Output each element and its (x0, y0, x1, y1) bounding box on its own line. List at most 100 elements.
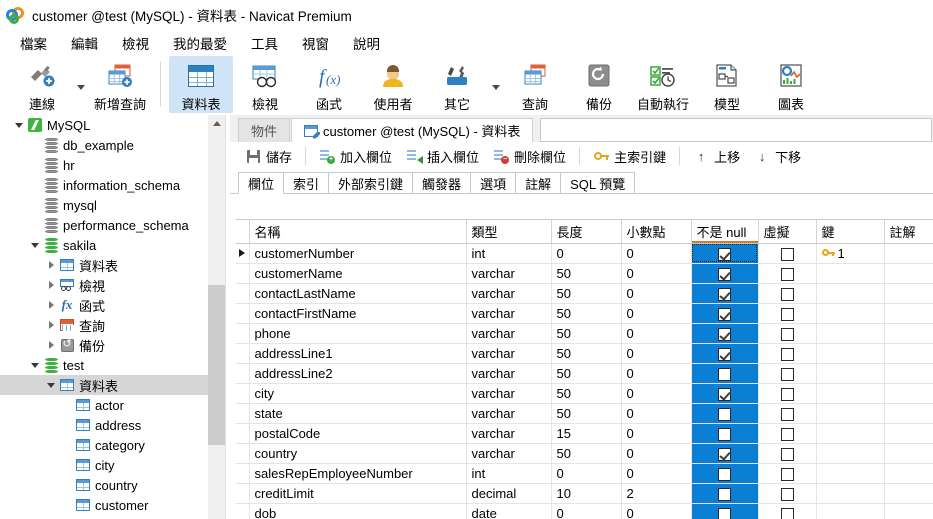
cell-decimals[interactable]: 0 (621, 463, 691, 483)
checkbox-icon[interactable] (781, 368, 794, 381)
cell-key[interactable] (816, 423, 884, 443)
cell-length[interactable]: 50 (551, 383, 621, 403)
cell-notnull-checkbox[interactable] (691, 303, 758, 323)
cell-virtual-checkbox[interactable] (758, 263, 816, 283)
cell-key[interactable] (816, 403, 884, 423)
checkbox-icon[interactable] (718, 488, 731, 501)
tab-table-designer[interactable]: customer @test (MySQL) - 資料表 (291, 118, 533, 142)
subtab-註解[interactable]: 註解 (515, 172, 561, 194)
cell-length[interactable]: 50 (551, 323, 621, 343)
table-row[interactable]: contactFirstNamevarchar500 (236, 303, 933, 323)
cell-notnull-checkbox[interactable] (691, 283, 758, 303)
cell-key[interactable] (816, 463, 884, 483)
cell-comment[interactable] (884, 443, 933, 463)
cell-decimals[interactable]: 0 (621, 343, 691, 363)
cell-virtual-checkbox[interactable] (758, 423, 816, 443)
cell-name[interactable]: creditLimit (249, 483, 466, 503)
checkbox-icon[interactable] (718, 428, 731, 441)
cell-type[interactable]: varchar (466, 343, 551, 363)
tree-item-information_schema[interactable]: information_schema (0, 175, 225, 195)
grid-column-header-length[interactable]: 長度 (551, 220, 621, 243)
row-indicator[interactable] (236, 323, 249, 343)
grid-column-header-type[interactable]: 類型 (466, 220, 551, 243)
row-indicator[interactable] (236, 463, 249, 483)
sidebar-scrollbar[interactable] (208, 115, 225, 519)
checkbox-icon[interactable] (718, 448, 731, 461)
cell-name[interactable]: salesRepEmployeeNumber (249, 463, 466, 483)
cell-notnull-checkbox[interactable] (691, 423, 758, 443)
cell-key[interactable] (816, 363, 884, 383)
table-row[interactable]: addressLine2varchar500 (236, 363, 933, 383)
tree-item-查詢[interactable]: 查詢 (0, 315, 225, 335)
cell-name[interactable]: country (249, 443, 466, 463)
subtab-欄位[interactable]: 欄位 (238, 172, 284, 194)
cell-key[interactable] (816, 323, 884, 343)
primary-key-button[interactable]: 主索引鍵 (586, 145, 673, 168)
chevron-right-icon[interactable] (44, 341, 58, 349)
cell-comment[interactable] (884, 383, 933, 403)
toolbar-button-model[interactable]: 模型 (695, 56, 759, 113)
cell-type[interactable]: varchar (466, 303, 551, 323)
tree-item-檢視[interactable]: 檢視 (0, 275, 225, 295)
checkbox-icon[interactable] (781, 328, 794, 341)
checkbox-icon[interactable] (718, 268, 731, 281)
tree-item-customer[interactable]: customer (0, 495, 225, 515)
cell-key[interactable] (816, 283, 884, 303)
checkbox-icon[interactable] (718, 388, 731, 401)
cell-length[interactable]: 0 (551, 463, 621, 483)
cell-virtual-checkbox[interactable] (758, 463, 816, 483)
checkbox-icon[interactable] (718, 328, 731, 341)
row-indicator[interactable] (236, 303, 249, 323)
cell-comment[interactable] (884, 343, 933, 363)
cell-length[interactable]: 15 (551, 423, 621, 443)
cell-decimals[interactable]: 0 (621, 303, 691, 323)
chevron-right-icon[interactable] (44, 261, 58, 269)
table-row[interactable]: addressLine1varchar500 (236, 343, 933, 363)
row-indicator[interactable] (236, 423, 249, 443)
cell-decimals[interactable]: 0 (621, 503, 691, 519)
cell-length[interactable]: 50 (551, 283, 621, 303)
chevron-down-icon[interactable] (28, 243, 42, 248)
tree-item-category[interactable]: category (0, 435, 225, 455)
cell-virtual-checkbox[interactable] (758, 343, 816, 363)
table-row[interactable]: creditLimitdecimal102 (236, 483, 933, 503)
cell-type[interactable]: varchar (466, 403, 551, 423)
cell-virtual-checkbox[interactable] (758, 323, 816, 343)
cell-comment[interactable] (884, 363, 933, 383)
cell-virtual-checkbox[interactable] (758, 503, 816, 519)
cell-key[interactable] (816, 263, 884, 283)
cell-comment[interactable] (884, 463, 933, 483)
cell-type[interactable]: varchar (466, 283, 551, 303)
chevron-down-icon[interactable] (12, 123, 26, 128)
menu-item-help[interactable]: 說明 (341, 31, 392, 55)
tree-item-city[interactable]: city (0, 455, 225, 475)
grid-column-header-comment[interactable]: 註解 (884, 220, 933, 243)
cell-key[interactable] (816, 383, 884, 403)
cell-length[interactable]: 50 (551, 343, 621, 363)
row-indicator[interactable] (236, 263, 249, 283)
cell-type[interactable]: varchar (466, 363, 551, 383)
cell-name[interactable]: phone (249, 323, 466, 343)
row-indicator[interactable] (236, 283, 249, 303)
menu-item-favorites[interactable]: 我的最愛 (161, 31, 239, 55)
move-down-button[interactable]: ↓ 下移 (747, 145, 808, 168)
toolbar-button-view[interactable]: 檢視 (233, 56, 297, 113)
tree-item-備份[interactable]: 備份 (0, 335, 225, 355)
table-row[interactable]: phonevarchar500 (236, 323, 933, 343)
cell-name[interactable]: contactLastName (249, 283, 466, 303)
checkbox-icon[interactable] (781, 268, 794, 281)
row-indicator[interactable] (236, 503, 249, 519)
cell-type[interactable]: decimal (466, 483, 551, 503)
table-row[interactable]: countryvarchar500 (236, 443, 933, 463)
cell-decimals[interactable]: 0 (621, 423, 691, 443)
toolbar-button-user[interactable]: 使用者 (361, 56, 425, 113)
cell-name[interactable]: addressLine2 (249, 363, 466, 383)
cell-virtual-checkbox[interactable] (758, 443, 816, 463)
cell-comment[interactable] (884, 483, 933, 503)
grid-column-header-virtual[interactable]: 虛擬 (758, 220, 816, 243)
cell-key[interactable]: 1 (816, 243, 884, 263)
cell-decimals[interactable]: 0 (621, 243, 691, 263)
toolbar-button-connection[interactable]: 連線 (10, 56, 74, 113)
checkbox-icon[interactable] (781, 468, 794, 481)
cell-virtual-checkbox[interactable] (758, 483, 816, 503)
